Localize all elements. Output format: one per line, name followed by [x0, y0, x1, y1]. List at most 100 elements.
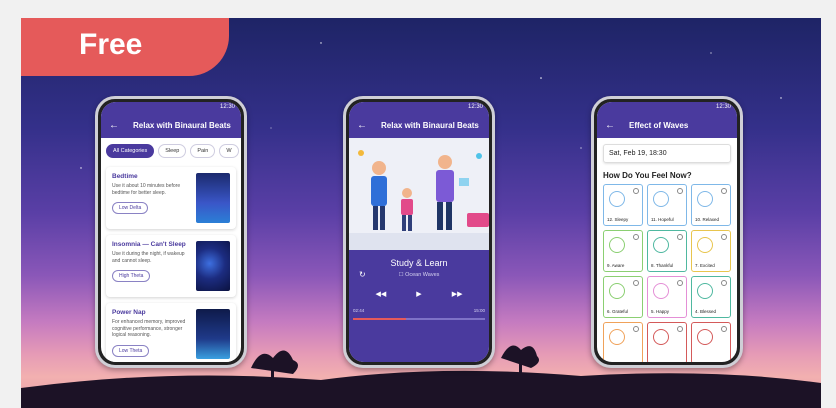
- radio-button[interactable]: [721, 326, 727, 332]
- smiley-face-icon: [609, 237, 625, 253]
- mood-label: 5. Happy: [651, 309, 670, 314]
- smiley-face-icon: [653, 237, 669, 253]
- mood-label: 7. Excited: [695, 263, 715, 268]
- radio-button[interactable]: [721, 280, 727, 286]
- radio-button[interactable]: [677, 326, 683, 332]
- mood-label: 6. Grateful: [607, 309, 629, 314]
- back-arrow-icon[interactable]: ←: [357, 120, 367, 131]
- seek-bar[interactable]: [353, 318, 485, 320]
- app-bar: ← Relax with Binaural Beats: [349, 112, 489, 138]
- page-frame: Free 12:30 ← Relax with Binaural Beats A…: [0, 0, 836, 408]
- background-sound-option[interactable]: ☐ Ocean Waves: [349, 272, 489, 278]
- smiley-face-icon: [653, 283, 669, 299]
- date-field[interactable]: Sat, Feb 19, 18:30: [603, 144, 731, 163]
- smiley-face-icon: [697, 191, 713, 207]
- mood-label: 8. Thankful: [651, 263, 674, 268]
- mood-option[interactable]: [691, 322, 731, 362]
- mood-label: 11. Hopeful: [651, 217, 674, 222]
- smiley-face-icon: [609, 283, 625, 299]
- wave-type-pill[interactable]: Low Delta: [112, 202, 149, 214]
- radio-button[interactable]: [677, 280, 683, 286]
- radio-button[interactable]: [633, 188, 639, 194]
- playback-controls: ◀◀ ▶ ▶▶: [349, 290, 489, 298]
- card-title: Power Nap: [112, 309, 146, 316]
- radio-button[interactable]: [677, 234, 683, 240]
- chip-more[interactable]: W: [219, 144, 239, 158]
- mood-option[interactable]: [647, 322, 687, 362]
- smiley-face-icon: [697, 283, 713, 299]
- radio-button[interactable]: [633, 234, 639, 240]
- card-description: Use it during the night, if wakeup and c…: [112, 251, 185, 264]
- status-bar: 12:30: [101, 102, 241, 112]
- time-readout: 02:44 15:00: [353, 308, 485, 313]
- smiley-face-icon: [697, 237, 713, 253]
- card-title: Bedtime: [112, 173, 138, 180]
- card-description: For enhanced memory, improved cognitive …: [112, 319, 186, 338]
- card-thumbnail: [196, 173, 230, 223]
- smiley-face-icon: [653, 329, 669, 345]
- time-total: 15:00: [473, 308, 485, 313]
- card-title: Insomnia — Can't Sleep: [112, 241, 186, 248]
- category-card[interactable]: Bedtime Use it about 10 minutes before b…: [106, 167, 236, 229]
- smiley-face-icon: [697, 329, 713, 345]
- category-chips: All Categories Sleep Pain W: [101, 138, 241, 164]
- category-card[interactable]: Power Nap For enhanced memory, improved …: [106, 303, 236, 362]
- mood-option[interactable]: 10. Relaxed: [691, 184, 731, 226]
- radio-button[interactable]: [633, 280, 639, 286]
- back-arrow-icon[interactable]: ←: [605, 120, 615, 131]
- checkbox-icon[interactable]: ☐: [399, 272, 404, 278]
- seek-progress: [353, 318, 406, 320]
- wave-type-pill[interactable]: Low Theta: [112, 344, 150, 357]
- chip-sleep[interactable]: Sleep: [158, 144, 187, 158]
- status-bar: 12:30: [349, 102, 489, 112]
- mood-label: 4. Blessed: [695, 309, 717, 314]
- app-bar: ← Relax with Binaural Beats: [101, 112, 241, 138]
- app-bar-title: Relax with Binaural Beats: [381, 120, 479, 130]
- hero-banner: Free 12:30 ← Relax with Binaural Beats A…: [21, 18, 821, 408]
- fast-forward-icon[interactable]: ▶▶: [452, 290, 463, 298]
- mood-option[interactable]: 5. Happy: [647, 276, 687, 318]
- mood-label: 10. Relaxed: [695, 217, 720, 222]
- card-thumbnail: [196, 309, 230, 359]
- free-badge: Free: [21, 18, 229, 76]
- mood-option[interactable]: 6. Grateful: [603, 276, 643, 318]
- study-illustration: [349, 138, 489, 250]
- smiley-face-icon: [653, 191, 669, 207]
- back-arrow-icon[interactable]: ←: [109, 120, 119, 131]
- app-bar-title: Effect of Waves: [629, 120, 689, 130]
- chip-pain[interactable]: Pain: [190, 144, 216, 158]
- wave-type-pill[interactable]: High Theta: [112, 270, 151, 282]
- status-bar: 12:30: [597, 102, 737, 112]
- mood-question: How Do You Feel Now?: [603, 171, 692, 180]
- mood-option[interactable]: 7. Excited: [691, 230, 731, 272]
- card-thumbnail: [196, 241, 230, 291]
- radio-button[interactable]: [721, 234, 727, 240]
- smiley-face-icon: [609, 329, 625, 345]
- phone-screen: 12:30 ← Relax with Binaural Beats All Ca…: [101, 102, 241, 362]
- audio-player: Study & Learn ↻ ☐ Ocean Waves ◀◀ ▶ ▶▶ 02…: [349, 138, 489, 362]
- phone-screen: 12:30 ← Relax with Binaural Beats Study …: [349, 102, 489, 362]
- mood-label: 12. Sleepy: [607, 217, 629, 222]
- play-icon[interactable]: ▶: [416, 290, 421, 298]
- radio-button[interactable]: [677, 188, 683, 194]
- phone-mockup-player: 12:30 ← Relax with Binaural Beats Study …: [343, 96, 495, 368]
- category-card[interactable]: Insomnia — Can't Sleep Use it during the…: [106, 235, 236, 297]
- mood-option[interactable]: 4. Blessed: [691, 276, 731, 318]
- phone-screen: 12:30 ← Effect of Waves Sat, Feb 19, 18:…: [597, 102, 737, 362]
- smiley-face-icon: [609, 191, 625, 207]
- mood-grid: 12. Sleepy 11. Hopeful 10. Relaxed 9. Aware…: [597, 184, 737, 362]
- chip-all-categories[interactable]: All Categories: [106, 144, 155, 158]
- mood-option[interactable]: 8. Thankful: [647, 230, 687, 272]
- card-description: Use it about 10 minutes before bedtime f…: [112, 183, 181, 196]
- app-bar-title: Relax with Binaural Beats: [133, 120, 231, 130]
- background-sound-label: Ocean Waves: [405, 272, 440, 278]
- app-bar: ← Effect of Waves: [597, 112, 737, 138]
- radio-button[interactable]: [721, 188, 727, 194]
- mood-option[interactable]: [603, 322, 643, 362]
- mood-option[interactable]: 12. Sleepy: [603, 184, 643, 226]
- mood-option[interactable]: 9. Aware: [603, 230, 643, 272]
- rewind-icon[interactable]: ◀◀: [376, 290, 387, 298]
- track-title: Study & Learn: [390, 258, 448, 268]
- radio-button[interactable]: [633, 326, 639, 332]
- mood-option[interactable]: 11. Hopeful: [647, 184, 687, 226]
